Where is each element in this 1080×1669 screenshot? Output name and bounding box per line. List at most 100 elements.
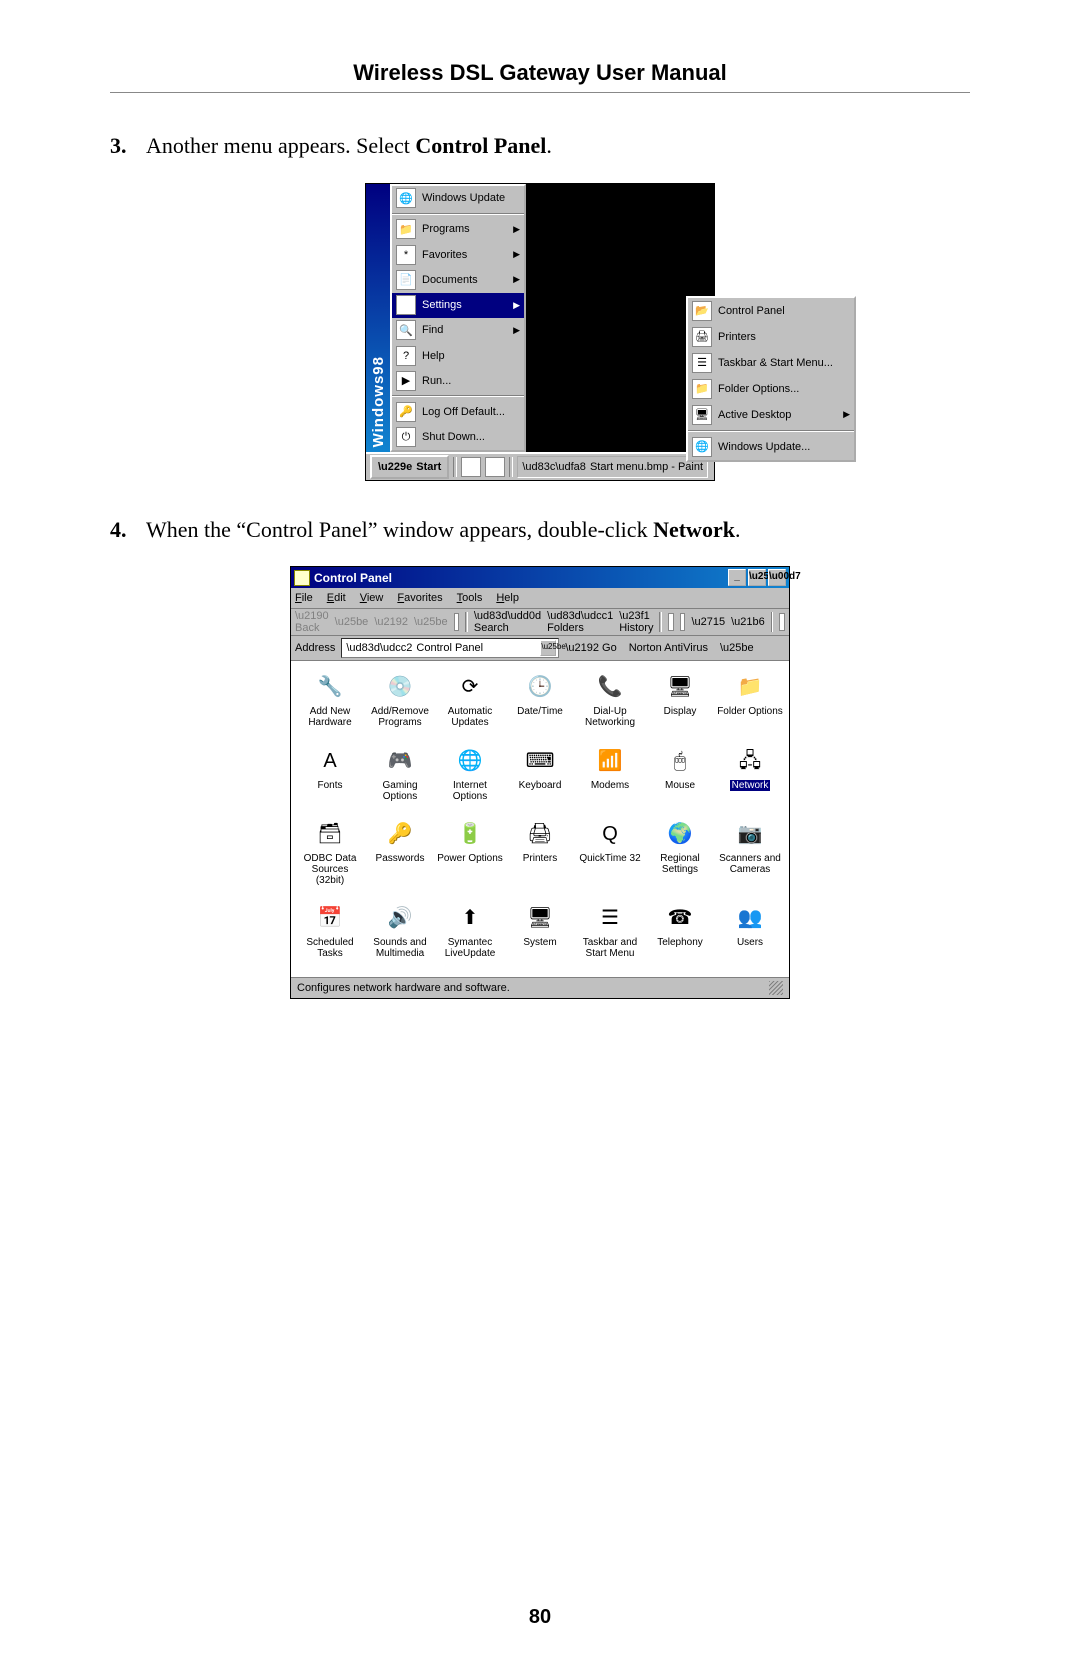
- menu-item-icon: 📂: [692, 301, 712, 321]
- menu-favorites[interactable]: Favorites: [397, 592, 442, 604]
- app-icon: 🖥: [524, 902, 556, 934]
- cp-icon-power-options[interactable]: 🔋Power Options: [435, 816, 505, 896]
- icon-label: Modems: [591, 780, 629, 791]
- cp-icon-dial-up[interactable]: 📞Dial-UpNetworking: [575, 669, 645, 738]
- menu-view[interactable]: View: [360, 592, 384, 604]
- go-button[interactable]: \u2192Go: [565, 642, 616, 654]
- views-button[interactable]: [779, 613, 785, 631]
- cp-icon-internet[interactable]: 🌐InternetOptions: [435, 743, 505, 812]
- cp-icon-passwords[interactable]: 🔑Passwords: [365, 816, 435, 896]
- menu-item-icon: *: [396, 245, 416, 265]
- menu-file[interactable]: File: [295, 592, 313, 604]
- back-button[interactable]: \u2190 Back: [295, 610, 329, 634]
- cp-icon-gaming[interactable]: 🎮GamingOptions: [365, 743, 435, 812]
- menu-item-label: Documents: [422, 274, 507, 286]
- app-icon: 🌐: [454, 745, 486, 777]
- cp-icon-automatic[interactable]: ⟳AutomaticUpdates: [435, 669, 505, 738]
- icon-label-2: Sources (32bit): [297, 864, 363, 886]
- menu-edit[interactable]: Edit: [327, 592, 346, 604]
- start-menu-item[interactable]: 🔍Find▶: [392, 318, 524, 343]
- menu-item-icon: 📁: [396, 219, 416, 239]
- submenu-arrow-icon: ▶: [513, 325, 520, 336]
- start-button[interactable]: \u229e Start: [370, 455, 449, 479]
- menu-tools[interactable]: Tools: [457, 592, 483, 604]
- cp-icon-fonts[interactable]: AFonts: [295, 743, 365, 812]
- cp-icon-odbc-data[interactable]: 🗃ODBC DataSources (32bit): [295, 816, 365, 896]
- cp-icon-users[interactable]: 👥Users: [715, 900, 785, 969]
- menu-item-label: Settings: [422, 299, 507, 311]
- start-menu-item[interactable]: 🔑Log Off Default...: [392, 399, 524, 424]
- menubar: File Edit View Favorites Tools Help: [291, 588, 789, 609]
- undo-icon[interactable]: \u21b6: [731, 616, 765, 628]
- taskbar-item-paint[interactable]: \ud83c\udfa8 Start menu.bmp - Paint: [517, 456, 708, 478]
- history-button[interactable]: \u23f1 History: [619, 610, 653, 634]
- cp-icon-printers[interactable]: 🖨Printers: [505, 816, 575, 896]
- cp-icon-scanners-and[interactable]: 📷Scanners andCameras: [715, 816, 785, 896]
- resize-grip[interactable]: [769, 981, 783, 995]
- app-icon: 📁: [734, 671, 766, 703]
- maximize-button[interactable]: \u25a1: [748, 569, 766, 586]
- cp-icon-modems[interactable]: 📶Modems: [575, 743, 645, 812]
- start-menu-item[interactable]: ⚙Settings▶: [392, 293, 524, 318]
- start-menu-item[interactable]: ?Help: [392, 343, 524, 368]
- cp-icon-add-remove[interactable]: 💿Add/RemovePrograms: [365, 669, 435, 738]
- address-combo[interactable]: \ud83d\udcc2 Control Panel \u25be: [341, 638, 559, 658]
- icon-label: Internet: [453, 780, 487, 791]
- start-menu-item[interactable]: *Favorites▶: [392, 242, 524, 267]
- submenu-item[interactable]: 🖨Printers: [688, 324, 854, 350]
- start-menu-item[interactable]: ▶Run...: [392, 368, 524, 393]
- start-menu-item[interactable]: 📁 Programs ▶: [392, 217, 524, 242]
- cp-icon-scheduled[interactable]: 📅ScheduledTasks: [295, 900, 365, 969]
- start-menu-item[interactable]: ⏻Shut Down...: [392, 425, 524, 450]
- menu-item-icon: 📄: [396, 270, 416, 290]
- cp-icon-telephony[interactable]: ☎Telephony: [645, 900, 715, 969]
- back-dropdown[interactable]: \u25be: [335, 616, 369, 628]
- quicklaunch-icon[interactable]: [485, 457, 505, 477]
- folders-button[interactable]: \ud83d\udcc1 Folders: [547, 610, 613, 634]
- delete-icon[interactable]: \u2715: [691, 616, 725, 628]
- submenu-item[interactable]: ☰Taskbar & Start Menu...: [688, 350, 854, 376]
- cp-icon-quicktime-32[interactable]: QQuickTime 32: [575, 816, 645, 896]
- cp-icon-regional[interactable]: 🌍RegionalSettings: [645, 816, 715, 896]
- minimize-button[interactable]: _: [728, 569, 746, 586]
- dropdown-icon[interactable]: \u25be: [540, 640, 556, 656]
- app-icon: 🕒: [524, 671, 556, 703]
- submenu-item[interactable]: 🌐Windows Update...: [688, 434, 854, 460]
- cp-icon-add-new[interactable]: 🔧Add NewHardware: [295, 669, 365, 738]
- cp-icon-network[interactable]: 🖧Network: [715, 743, 785, 812]
- forward-dropdown[interactable]: \u25be: [414, 616, 448, 628]
- app-icon: ⌨: [524, 745, 556, 777]
- quicklaunch-icon[interactable]: [461, 457, 481, 477]
- cp-icon-taskbar-and[interactable]: ☰Taskbar andStart Menu: [575, 900, 645, 969]
- app-icon: ⬆: [454, 902, 486, 934]
- submenu-arrow-icon: ▶: [513, 224, 520, 235]
- close-button[interactable]: \u00d7: [768, 569, 786, 586]
- app-icon: 🗃: [314, 818, 346, 850]
- submenu-item[interactable]: 📁Folder Options...: [688, 376, 854, 402]
- forward-button[interactable]: \u2192: [374, 616, 408, 628]
- submenu-item[interactable]: 📂Control Panel: [688, 298, 854, 324]
- cp-icon-date-time[interactable]: 🕒Date/Time: [505, 669, 575, 738]
- app-icon: 💿: [384, 671, 416, 703]
- cp-icon-display[interactable]: 🖥Display: [645, 669, 715, 738]
- window-title: Control Panel: [314, 571, 392, 585]
- cp-icon-keyboard[interactable]: ⌨Keyboard: [505, 743, 575, 812]
- submenu-item[interactable]: 🖥Active Desktop▶: [688, 402, 854, 428]
- cp-icon-symantec[interactable]: ⬆SymantecLiveUpdate: [435, 900, 505, 969]
- move-to-icon[interactable]: [668, 613, 674, 631]
- cp-icon-sounds-and[interactable]: 🔊Sounds andMultimedia: [365, 900, 435, 969]
- up-button[interactable]: [454, 613, 460, 631]
- icon-label: Gaming: [382, 780, 417, 791]
- norton-dropdown[interactable]: \u25be: [720, 642, 754, 654]
- search-button[interactable]: \ud83d\udd0d Search: [474, 610, 541, 634]
- cp-icon-system[interactable]: 🖥System: [505, 900, 575, 969]
- start-menu-item[interactable]: 🌐Windows Update: [392, 186, 524, 211]
- menu-help[interactable]: Help: [496, 592, 519, 604]
- cp-icon-folder-options[interactable]: 📁Folder Options: [715, 669, 785, 738]
- menu-item-label: Programs: [422, 223, 507, 235]
- icon-label: Scanners and: [719, 853, 781, 864]
- cp-icon-mouse[interactable]: 🖱Mouse: [645, 743, 715, 812]
- copy-to-icon[interactable]: [680, 613, 686, 631]
- start-menu-item[interactable]: 📄Documents▶: [392, 267, 524, 292]
- icon-label-2: Hardware: [308, 717, 351, 728]
